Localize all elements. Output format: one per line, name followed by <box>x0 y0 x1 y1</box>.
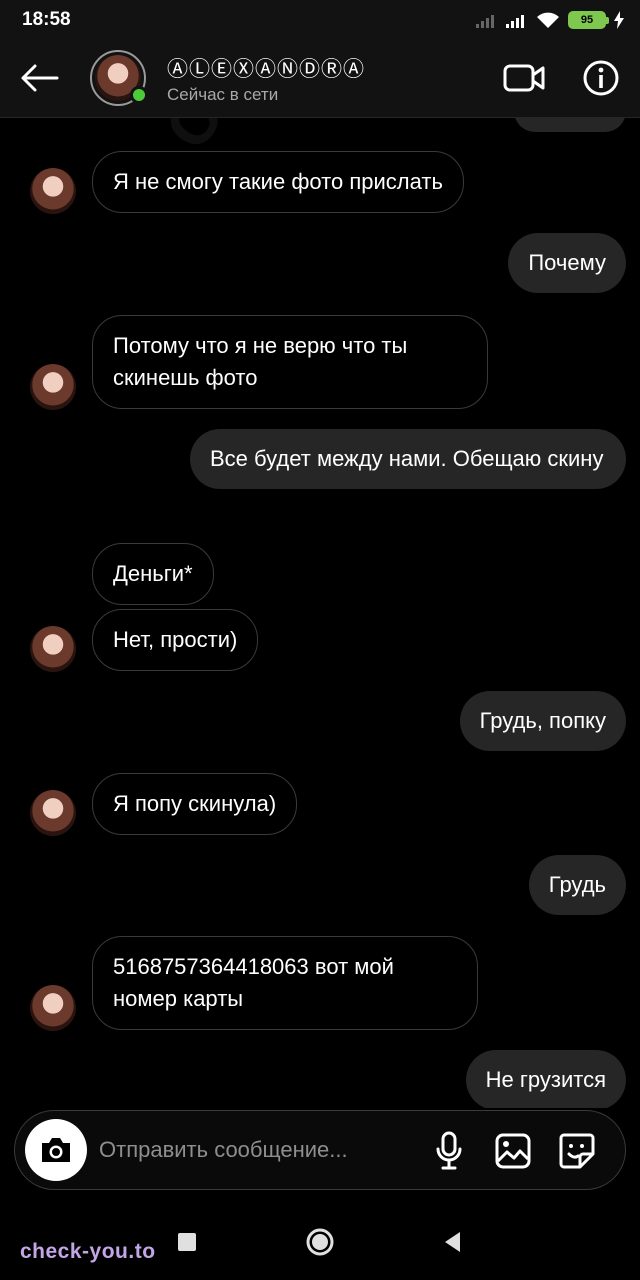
message-incoming[interactable]: Я попу скинула) <box>92 773 298 835</box>
sticker-button[interactable] <box>555 1129 599 1173</box>
online-indicator <box>130 86 148 104</box>
sender-avatar[interactable] <box>30 626 76 672</box>
message-outgoing[interactable]: Не грузится <box>465 1050 626 1108</box>
message-bubble: Грудь, попку <box>459 691 626 751</box>
message-composer <box>14 1110 626 1190</box>
message-bubble <box>514 118 626 132</box>
message-bubble: Не грузится <box>465 1050 626 1108</box>
gallery-button[interactable] <box>491 1129 535 1173</box>
voice-message-button[interactable] <box>427 1129 471 1173</box>
message-incoming[interactable]: 5168757364418063 вот мой номер карты <box>92 936 478 1030</box>
sender-avatar[interactable] <box>30 364 76 410</box>
charging-icon <box>614 11 624 29</box>
message-bubble: Все будет между нами. Обещаю скину <box>190 429 626 489</box>
circle-icon <box>306 1228 334 1256</box>
message-outgoing[interactable]: Грудь, попку <box>459 691 626 751</box>
recents-button[interactable] <box>167 1222 207 1262</box>
message-bubble: Я не смогу такие фото прислать <box>92 151 464 213</box>
video-camera-icon <box>503 64 545 92</box>
camera-icon <box>42 1138 70 1162</box>
contact-name[interactable]: ⒶⓁⒺⓍⒶⓃⒹⓇⒶ <box>167 53 365 83</box>
sender-avatar[interactable] <box>30 168 76 214</box>
status-icons: 95 <box>476 10 624 30</box>
back-button[interactable] <box>14 56 64 100</box>
system-back-button[interactable] <box>432 1222 472 1262</box>
camera-button[interactable] <box>25 1119 87 1181</box>
status-bar: 18:58 95 <box>0 0 640 40</box>
square-icon <box>178 1233 196 1251</box>
info-button[interactable] <box>579 58 623 98</box>
chat-screen: CHECK-YOU.ME 18:58 95 ⒶⓁⒺⓍⒶⓃⒹⓇⒶ Сейчас в… <box>0 0 640 1280</box>
triangle-left-icon <box>445 1232 460 1252</box>
message-outgoing[interactable]: Все будет между нами. Обещаю скину <box>190 429 626 489</box>
contact-status: Сейчас в сети <box>167 85 279 104</box>
sticker-icon <box>559 1133 595 1169</box>
message-outgoing[interactable] <box>514 118 626 132</box>
image-icon <box>495 1133 531 1169</box>
microphone-icon <box>436 1131 462 1170</box>
message-incoming[interactable]: Я не смогу такие фото прислать <box>92 151 464 213</box>
info-icon <box>583 60 619 96</box>
video-call-button[interactable] <box>502 58 546 98</box>
message-bubble: Почему <box>508 233 626 293</box>
message-bubble: Потому что я не верю что ты скинешь фото <box>92 315 488 409</box>
message-incoming[interactable]: Нет, прости) <box>92 609 259 671</box>
arrow-left-icon <box>21 64 59 92</box>
message-list[interactable]: Я не смогу такие фото прислать Почему По… <box>0 118 640 1108</box>
contact-avatar[interactable] <box>90 50 148 106</box>
signal-icon <box>506 15 524 28</box>
message-incoming[interactable]: Деньги* <box>92 543 214 605</box>
battery-level: 95 <box>580 14 594 26</box>
message-bubble: Я попу скинула) <box>92 773 298 835</box>
message-input[interactable] <box>99 1133 409 1167</box>
message-outgoing[interactable]: Грудь <box>528 855 626 915</box>
message-bubble: Деньги* <box>92 543 214 605</box>
wifi-icon <box>537 12 559 28</box>
message-incoming[interactable]: Потому что я не верю что ты скинешь фото <box>92 315 488 409</box>
status-time: 18:58 <box>22 9 71 30</box>
message-bubble: Нет, прости) <box>92 609 259 671</box>
message-bubble: 5168757364418063 вот мой номер карты <box>92 936 478 1030</box>
footer-watermark: check-you.to <box>20 1240 156 1263</box>
home-button[interactable] <box>300 1222 340 1262</box>
message-outgoing[interactable]: Почему <box>508 233 626 293</box>
signal-icon <box>476 15 494 28</box>
sender-avatar[interactable] <box>30 790 76 836</box>
sender-avatar[interactable] <box>30 985 76 1031</box>
message-bubble: Грудь <box>528 855 626 915</box>
chat-header: ⒶⓁⒺⓍⒶⓃⒹⓇⒶ Сейчас в сети <box>0 40 640 118</box>
battery-icon: 95 <box>568 11 609 29</box>
